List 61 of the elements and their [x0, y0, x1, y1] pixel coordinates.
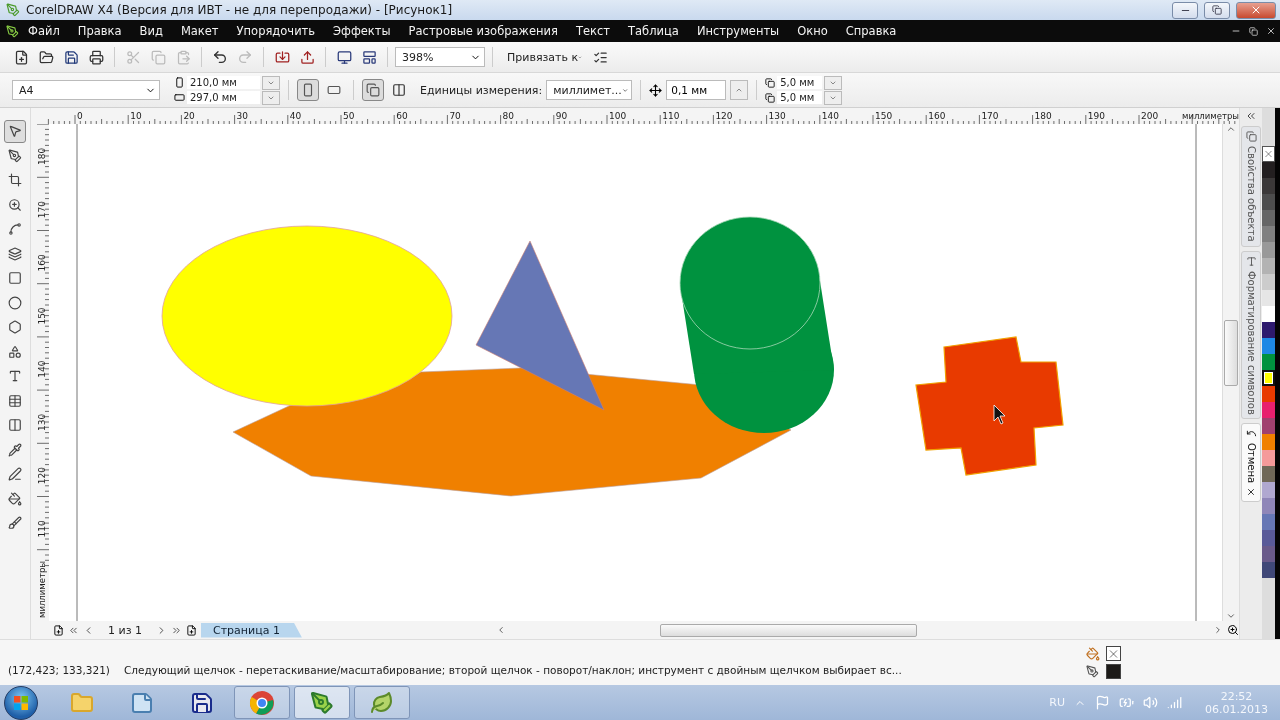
ruler-label: 150 — [875, 111, 893, 121]
docker-tab[interactable]: Свойства объекта — [1241, 126, 1261, 247]
ruler-label: 140 — [821, 111, 839, 121]
ruler-label: 200 — [1141, 111, 1159, 121]
ruler-label: 160 — [928, 111, 946, 121]
units-dropdown[interactable]: миллимет... — [546, 80, 633, 100]
menu-item[interactable]: Файл — [19, 24, 69, 38]
ruler-label: 180 — [37, 147, 47, 165]
snap-dropdown[interactable]: Привязать к — [500, 47, 586, 67]
height-field[interactable]: 297,0 мм — [187, 91, 260, 104]
ruler-label: 40 — [289, 111, 302, 121]
ruler-label: 30 — [236, 111, 249, 121]
width-field[interactable]: 210,0 мм — [187, 76, 260, 89]
ruler-label: 180 — [1034, 111, 1052, 121]
page-tab[interactable]: Страница 1 — [201, 622, 302, 638]
zoom-dropdown[interactable]: 398% — [395, 47, 485, 67]
page-size-dropdown[interactable]: A4 — [12, 80, 160, 100]
ruler-label: 120 — [715, 111, 733, 121]
ruler-label: 130 — [37, 413, 47, 431]
menu-item[interactable]: Правка — [68, 24, 131, 38]
menu-item[interactable]: Вид — [130, 24, 172, 38]
ruler-unit: миллиметры — [1182, 111, 1239, 121]
nudge-field[interactable]: 0,1 мм — [666, 80, 727, 100]
ruler-label: 130 — [768, 111, 786, 121]
page-counter: 1 из 1 — [107, 623, 143, 637]
duplicate-y-field[interactable]: 5,0 мм — [777, 91, 823, 104]
ruler-label: 150 — [37, 307, 47, 325]
menu-item[interactable]: Эффекты — [324, 24, 400, 38]
cursor-coordinates: (172,423; 133,321) — [8, 663, 110, 676]
ruler-label: 80 — [502, 111, 515, 121]
ruler-label: 70 — [449, 111, 461, 121]
ruler-label: 0 — [77, 111, 83, 121]
menu-item[interactable]: Справка — [836, 24, 906, 38]
ruler-label: 90 — [555, 111, 568, 121]
ruler-label: 10 — [130, 111, 142, 121]
ruler-label: 140 — [37, 360, 47, 378]
duplicate-x-field[interactable]: 5,0 мм — [777, 76, 823, 89]
menu-item[interactable]: Таблица — [619, 24, 688, 38]
ruler-unit: миллиметры — [37, 560, 47, 618]
status-hint: Следующий щелчок - перетаскивание/масштабирование; второй щелчок - поворот/наклон; инструмент с двойным щелчком выбирает вс... — [123, 663, 902, 676]
ruler-label: 170 — [981, 111, 999, 121]
ruler-label: 120 — [37, 467, 47, 485]
menu-item[interactable]: Окно — [788, 24, 837, 38]
menu-item[interactable]: Текст — [566, 24, 619, 38]
menu-item[interactable]: Упорядочить — [227, 24, 325, 38]
ruler-label: 50 — [343, 111, 355, 121]
menu-item[interactable]: Растровые изображения — [399, 24, 567, 38]
ruler-label: 20 — [183, 111, 195, 121]
ruler-label: 60 — [396, 111, 408, 121]
ruler-label: 160 — [37, 254, 47, 272]
ruler-label: 170 — [37, 201, 47, 219]
docker-tab[interactable]: Форматирование символов — [1241, 250, 1261, 420]
menu-item[interactable]: Инструменты — [687, 24, 789, 38]
ruler-label: 100 — [609, 111, 627, 121]
docker-tab[interactable]: Отмена — [1241, 423, 1261, 503]
ruler-label: 110 — [662, 111, 680, 121]
ruler-label: 190 — [1087, 111, 1105, 121]
window-title: CorelDRAW X4 (Версия для ИВТ - не для перепродажи) - [Рисунок1] — [26, 3, 454, 17]
ruler-label: 110 — [37, 520, 47, 538]
units-label: Единицы измерения: — [420, 83, 543, 97]
menu-item[interactable]: Макет — [171, 24, 228, 38]
